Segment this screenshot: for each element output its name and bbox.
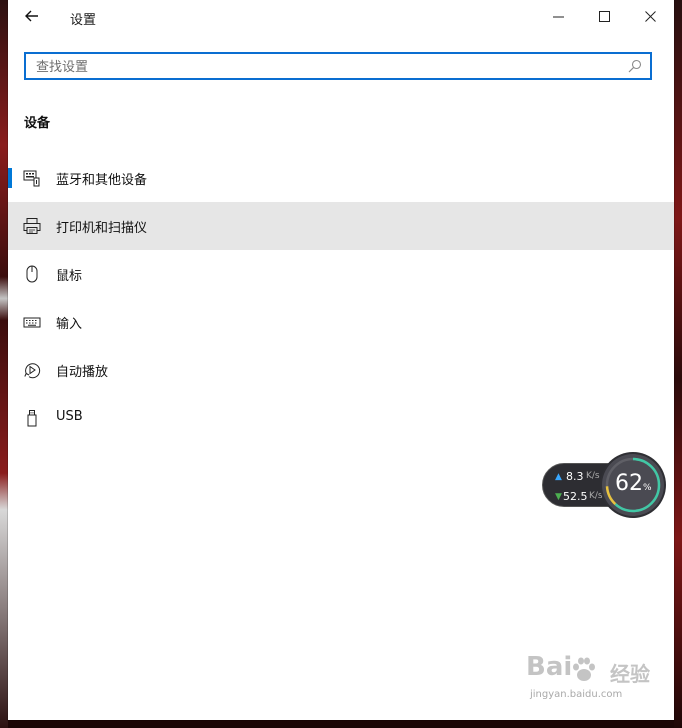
autoplay-icon bbox=[24, 363, 41, 379]
download-arrow-icon: ▼ bbox=[555, 492, 562, 502]
nav-label-bluetooth: 蓝牙和其他设备 bbox=[56, 173, 148, 188]
nav-item-printers[interactable]: 打印机和扫描仪 bbox=[8, 202, 674, 250]
minimize-icon bbox=[553, 16, 564, 18]
baidu-jingyan-watermark: Bai 经验 jingyan.baidu.com bbox=[526, 652, 666, 710]
printer-icon bbox=[23, 218, 41, 234]
nav-item-autoplay[interactable]: 自动播放 bbox=[8, 346, 674, 394]
section-title: 设备 bbox=[24, 116, 51, 131]
network-speed-widget[interactable]: ▲ 8.3 K/s ▼ 52.5 K/s 62 % bbox=[542, 454, 664, 516]
keyboard-icon bbox=[23, 317, 41, 328]
nav-item-bluetooth[interactable]: 蓝牙和其他设备 bbox=[8, 154, 674, 202]
download-unit: K/s bbox=[589, 491, 603, 501]
usb-icon bbox=[27, 410, 37, 427]
nav-label-typing: 输入 bbox=[56, 317, 83, 332]
memory-percent: 62 bbox=[615, 471, 643, 496]
arrow-left-icon bbox=[25, 10, 38, 22]
settings-nav: 蓝牙和其他设备 打印机和扫描仪 鼠标 输入 自动播放 USB bbox=[8, 154, 674, 442]
nav-label-mouse: 鼠标 bbox=[56, 269, 83, 284]
minimize-button[interactable] bbox=[536, 0, 582, 34]
nav-label-autoplay: 自动播放 bbox=[56, 365, 109, 380]
watermark-logo-text: Bai bbox=[526, 652, 573, 682]
desktop-background-left bbox=[0, 0, 8, 728]
baidu-paw-icon bbox=[573, 657, 595, 681]
search-icon[interactable] bbox=[628, 59, 642, 73]
search-input[interactable] bbox=[36, 57, 616, 77]
watermark-text: 经验 bbox=[610, 662, 650, 686]
nav-label-usb: USB bbox=[56, 409, 83, 424]
upload-unit: K/s bbox=[586, 471, 600, 481]
upload-arrow-icon: ▲ bbox=[555, 472, 562, 482]
nav-item-mouse[interactable]: 鼠标 bbox=[8, 250, 674, 298]
upload-speed: 8.3 bbox=[566, 470, 584, 483]
search-box[interactable] bbox=[24, 52, 652, 80]
back-button[interactable] bbox=[18, 2, 46, 30]
percent-sign: % bbox=[643, 483, 652, 493]
mouse-icon bbox=[26, 265, 38, 283]
maximize-button[interactable] bbox=[582, 0, 628, 34]
download-speed: 52.5 bbox=[563, 490, 588, 503]
title-bar: 设置 bbox=[8, 0, 674, 34]
close-button[interactable] bbox=[628, 0, 674, 34]
desktop-background-right bbox=[674, 0, 682, 728]
memory-usage-gauge[interactable]: 62 % bbox=[602, 454, 664, 516]
nav-label-printers: 打印机和扫描仪 bbox=[56, 221, 148, 236]
settings-window: 设置 设备 bbox=[8, 0, 674, 720]
maximize-icon bbox=[599, 11, 610, 22]
watermark-url: jingyan.baidu.com bbox=[530, 689, 623, 700]
bluetooth-devices-icon bbox=[23, 170, 40, 187]
close-icon bbox=[645, 11, 656, 22]
nav-item-usb[interactable]: USB bbox=[8, 394, 674, 442]
window-title: 设置 bbox=[70, 13, 97, 28]
nav-item-typing[interactable]: 输入 bbox=[8, 298, 674, 346]
